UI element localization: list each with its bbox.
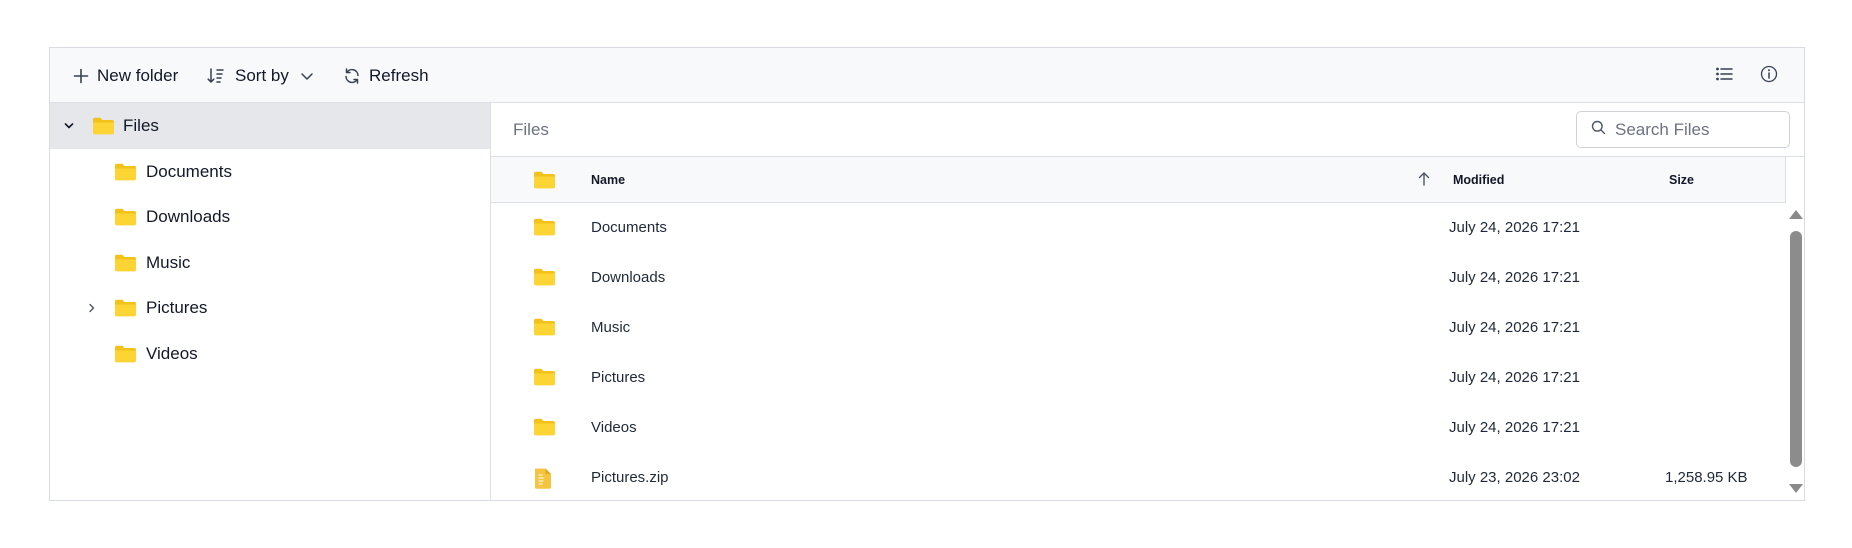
cell-name: Downloads	[591, 269, 666, 286]
refresh-icon	[343, 67, 361, 85]
nav-item-pictures[interactable]: Pictures	[50, 285, 490, 331]
view-toggle-button[interactable]	[1710, 62, 1738, 90]
nav-item-label: Downloads	[146, 207, 231, 226]
folder-icon	[533, 367, 556, 390]
cell-name: Pictures.zip	[591, 469, 669, 486]
table-row[interactable]: Pictures July 24, 2026 17:21	[491, 353, 1786, 403]
chevron-down-icon[interactable]	[62, 119, 76, 133]
cell-name: Music	[591, 319, 631, 336]
folder-icon	[533, 267, 556, 290]
nav-item-music[interactable]: Music	[50, 240, 490, 286]
refresh-label: Refresh	[369, 65, 429, 85]
file-grid: Name Modified Size Documents July 24, 202…	[491, 157, 1804, 500]
toolbar: New folder Sort by Refresh	[50, 48, 1804, 103]
table-row[interactable]: Downloads July 24, 2026 17:21	[491, 253, 1786, 303]
sort-by-label: Sort by	[235, 65, 289, 85]
file-manager: New folder Sort by Refresh Files Documen…	[49, 47, 1805, 501]
folder-icon	[533, 417, 556, 440]
scroll-up-arrow-icon[interactable]	[1789, 210, 1803, 219]
cell-name: Videos	[591, 419, 637, 436]
search-input[interactable]	[1615, 119, 1775, 140]
cell-modified: July 24, 2026 17:21	[1449, 369, 1580, 386]
table-row[interactable]: Documents July 24, 2026 17:21	[491, 203, 1786, 253]
cell-modified: July 24, 2026 17:21	[1449, 219, 1580, 236]
nav-item-label: Music	[146, 253, 191, 272]
table-row[interactable]: Videos July 24, 2026 17:21	[491, 403, 1786, 453]
cell-modified: July 24, 2026 17:21	[1449, 419, 1580, 436]
cell-size: 1,258.95 KB	[1665, 469, 1748, 486]
plus-icon	[73, 68, 89, 84]
grid-header: Name Modified Size	[491, 157, 1786, 203]
folder-icon	[114, 298, 137, 322]
sort-ascending-icon[interactable]	[1417, 171, 1431, 187]
header-modified[interactable]: Modified	[1453, 157, 1504, 203]
cell-name: Pictures	[591, 369, 646, 386]
scroll-down-arrow-icon[interactable]	[1789, 484, 1803, 493]
header-size[interactable]: Size	[1669, 157, 1694, 203]
nav-item-label: Videos	[146, 344, 198, 363]
cell-modified: July 24, 2026 17:21	[1449, 269, 1580, 286]
content-pane: Files Name Modified Size Documents	[491, 103, 1804, 500]
folder-icon	[114, 162, 137, 186]
sort-by-button[interactable]: Sort by	[207, 48, 314, 103]
folder-icon	[92, 116, 115, 140]
list-view-icon	[1715, 66, 1733, 87]
folder-icon	[533, 317, 556, 340]
header-name[interactable]: Name	[591, 157, 625, 203]
folder-icon	[114, 253, 137, 277]
chevron-down-icon	[300, 71, 314, 81]
nav-item-videos[interactable]: Videos	[50, 331, 490, 377]
folder-icon	[114, 207, 137, 231]
folder-icon	[533, 217, 556, 240]
new-folder-button[interactable]: New folder	[73, 48, 178, 103]
search-box[interactable]	[1576, 111, 1790, 148]
refresh-button[interactable]: Refresh	[343, 48, 429, 103]
address-bar: Files	[491, 103, 1804, 157]
cell-name: Documents	[591, 219, 667, 236]
grid-body: Documents July 24, 2026 17:21 Downloads Jul…	[491, 203, 1786, 500]
nav-item-downloads[interactable]: Downloads	[50, 194, 490, 240]
search-icon	[1577, 120, 1606, 140]
info-icon	[1760, 65, 1778, 88]
cell-modified: July 23, 2026 23:02	[1449, 469, 1580, 486]
breadcrumb[interactable]: Files	[513, 103, 549, 157]
zip-file-icon	[533, 467, 553, 494]
nav-item-documents[interactable]: Documents	[50, 149, 490, 195]
chevron-right-icon[interactable]	[85, 301, 99, 315]
vertical-scrollbar[interactable]	[1786, 203, 1804, 500]
table-row[interactable]: Pictures.zip July 23, 2026 23:02 1,258.95 …	[491, 453, 1786, 500]
nav-item-label: Documents	[146, 162, 232, 181]
cell-modified: July 24, 2026 17:21	[1449, 319, 1580, 336]
header-folder-icon	[533, 170, 556, 189]
scrollbar-thumb[interactable]	[1790, 231, 1802, 467]
nav-item-label: Pictures	[146, 298, 208, 317]
new-folder-label: New folder	[97, 65, 179, 85]
folder-icon	[114, 344, 137, 368]
nav-item-files[interactable]: Files	[50, 103, 490, 149]
sort-icon	[207, 67, 227, 85]
details-button[interactable]	[1755, 62, 1783, 90]
navigation-pane: Files Documents Downloads Music Pictures…	[50, 103, 491, 500]
nav-item-label: Files	[123, 116, 159, 135]
table-row[interactable]: Music July 24, 2026 17:21	[491, 303, 1786, 353]
